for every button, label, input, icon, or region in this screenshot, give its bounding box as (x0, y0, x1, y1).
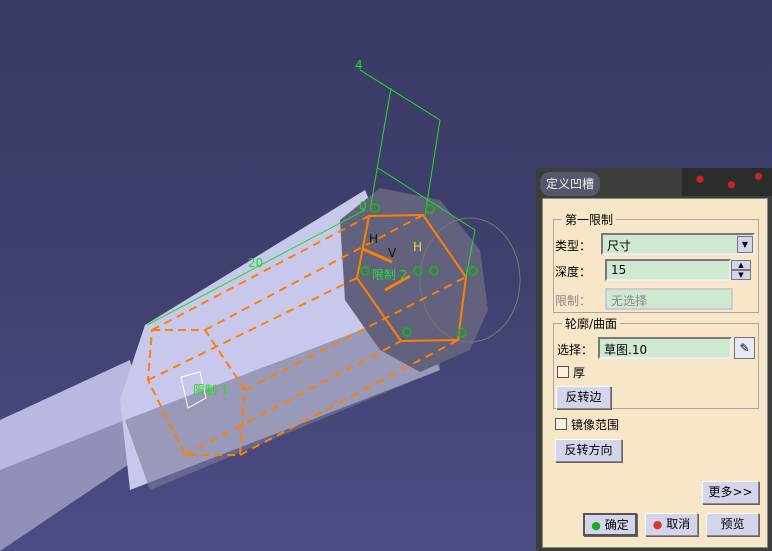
limit-1-label[interactable]: 限制 1 (193, 381, 228, 398)
cancel-button[interactable]: ● 取消 (645, 513, 698, 536)
limit-value: 无选择 (611, 294, 648, 308)
spin-up-icon[interactable]: ▲ (731, 260, 751, 270)
sketch-edit-icon[interactable]: ✎ (734, 337, 755, 359)
pocket-dialog: 定义凹槽 第一限制 类型： 尺寸 ▼ 深度： 15 ▲ ▼ 限制： 无选择 轮廓… (536, 168, 772, 551)
limit-input: 无选择 (605, 288, 733, 310)
3d-viewport[interactable] (0, 0, 536, 551)
ok-icon: ● (591, 519, 601, 532)
axis-h-label: H (369, 232, 379, 246)
more-button[interactable]: 更多>> (702, 481, 759, 504)
reverse-side-button[interactable]: 反转边 (556, 386, 611, 409)
limit-2-label[interactable]: 限制 2 (372, 266, 407, 283)
ok-button[interactable]: ● 确定 (583, 513, 637, 536)
dialog-title: 定义凹槽 (540, 172, 601, 196)
dimension-0[interactable]: 0 (359, 199, 367, 213)
title-decoration (682, 168, 772, 196)
axis-v-label: V (388, 246, 397, 260)
dialog-body: 第一限制 类型： 尺寸 ▼ 深度： 15 ▲ ▼ 限制： 无选择 轮廓/曲面 选… (542, 198, 768, 548)
ok-label: 确定 (604, 518, 629, 532)
dimension-20[interactable]: 20 (248, 256, 263, 270)
type-value: 尺寸 (607, 239, 632, 253)
profile-value: 草图.10 (604, 343, 648, 357)
cancel-label: 取消 (666, 517, 691, 531)
profile-title: 轮廓/曲面 (562, 315, 621, 332)
select-label: 选择： (557, 343, 594, 357)
limit-label: 限制： (555, 294, 592, 308)
preview-button[interactable]: 预览 (706, 513, 759, 536)
thick-label: 厚 (573, 366, 586, 380)
axis-h2-label: H (413, 240, 423, 254)
thick-checkbox[interactable] (557, 366, 569, 378)
spin-down-icon[interactable]: ▼ (731, 270, 751, 280)
profile-select-input[interactable]: 草图.10 (598, 337, 732, 359)
cancel-icon: ● (652, 518, 663, 531)
depth-value: 15 (611, 263, 627, 277)
mirrored-extent-checkbox[interactable] (555, 418, 567, 430)
dimension-4[interactable]: 4 (355, 58, 363, 72)
first-limit-title: 第一限制 (562, 211, 617, 228)
reverse-direction-button[interactable]: 反转方向 (555, 439, 622, 462)
mirrored-extent-label: 镜像范围 (571, 418, 620, 432)
type-select[interactable]: 尺寸 (601, 233, 755, 255)
type-label: 类型： (555, 239, 592, 253)
depth-label: 深度： (555, 265, 592, 279)
dropdown-arrow-icon[interactable]: ▼ (737, 236, 753, 253)
depth-input[interactable]: 15 (605, 259, 731, 281)
